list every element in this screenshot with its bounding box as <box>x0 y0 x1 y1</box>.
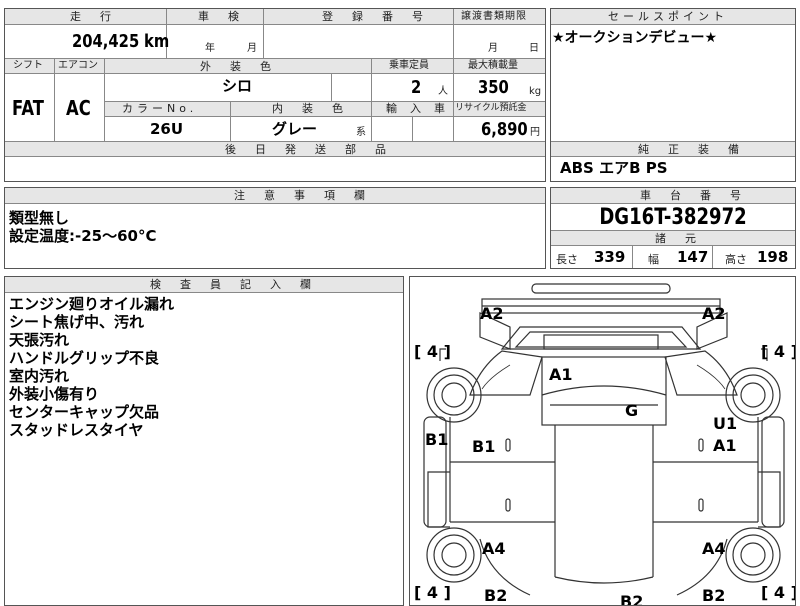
tread-rear-left: [ 4 ] <box>414 583 451 602</box>
length-value: 339 <box>594 248 626 266</box>
mileage-value: 204,425 <box>72 31 140 52</box>
width-value: 147 <box>677 248 709 266</box>
caution-lines: 類型無し 設定温度:-25〜60°C <box>9 209 156 245</box>
damage-mark-roof: G <box>625 401 639 420</box>
mileage-unit: km <box>144 31 170 52</box>
capacity-value: 2 <box>411 77 422 98</box>
shaken-label: 車 検 <box>198 10 243 23</box>
damage-mark-bottom-center: B2 <box>620 592 644 606</box>
capacity-label: 乗車定員 <box>389 60 429 71</box>
inspector-line: センターキャップ欠品 <box>9 403 160 421</box>
selling-point-text: ★オークションデビュー★ <box>552 30 718 46</box>
damage-mark-u1: U1 <box>713 414 738 433</box>
inspector-line: 外装小傷有り <box>9 385 100 403</box>
transfer-deadline-label: 譲渡書類期限 <box>461 11 527 22</box>
damage-mark-bottom-right: B2 <box>702 586 726 605</box>
aircon-value: AC <box>66 96 91 120</box>
genuine-equipment-label: 純 正 装 備 <box>638 143 743 156</box>
interior-color-label: 内 装 色 <box>272 102 347 115</box>
recycle-label: リサイクル預託金 <box>455 103 527 113</box>
exterior-color-label: 外 装 色 <box>200 60 275 73</box>
damage-mark-left-sill: B1 <box>425 430 449 449</box>
exterior-color-value: シロ <box>222 77 253 95</box>
caution-line: 類型無し <box>9 209 70 227</box>
tread-rear-right: [ 4 ] <box>761 583 796 602</box>
specs-label: 諸 元 <box>655 232 700 245</box>
transfer-month-unit: 月 <box>488 43 498 54</box>
caution-label: 注 意 事 項 欄 <box>234 189 369 202</box>
damage-mark-rear-right: A4 <box>702 539 726 558</box>
damage-mark-hood: A1 <box>549 365 573 384</box>
imported-label: 輸 入 車 <box>386 102 446 115</box>
damage-mark-left-door: B1 <box>472 437 496 456</box>
tread-front-right: [ 4 ] <box>761 342 796 361</box>
chassis-number: DG16T-382972 <box>599 205 747 230</box>
max-load-unit: kg <box>529 86 542 97</box>
inspector-line: 室内汚れ <box>9 367 70 385</box>
registration-label: 登 録 番 号 <box>322 10 427 23</box>
transfer-day-unit: 日 <box>529 43 539 54</box>
inspector-lines: エンジン廻りオイル漏れ シート焦げ中、汚れ 天張汚れ ハンドルグリップ不良 室内… <box>9 295 174 439</box>
later-parts-label: 後 日 発 送 部 品 <box>225 143 390 156</box>
damage-mark-front-left: A2 <box>480 304 504 323</box>
mileage-label: 走 行 <box>70 10 115 23</box>
shift-value: FAT <box>12 96 44 120</box>
height-value: 198 <box>757 248 789 266</box>
max-load-value: 350 <box>478 77 509 98</box>
interior-color-value: グレー <box>272 120 318 138</box>
tread-front-left: [ 4 ] <box>414 342 451 361</box>
length-label: 長さ <box>556 253 578 266</box>
shaken-year-unit: 年 <box>205 43 215 54</box>
damage-mark-right-door: A1 <box>713 436 737 455</box>
color-no-value: 26U <box>150 120 184 138</box>
recycle-value: 6,890 <box>481 119 528 140</box>
inspector-line: ハンドルグリップ不良 <box>9 349 160 367</box>
selling-point-label: セールスポイント <box>608 10 728 23</box>
inspector-line: 天張汚れ <box>9 331 70 349</box>
aircon-label: エアコン <box>58 60 98 71</box>
damage-mark-rear-left: A4 <box>482 539 506 558</box>
damage-mark-front-right: A2 <box>702 304 726 323</box>
vehicle-diagram <box>423 283 785 596</box>
genuine-equipment-value: ABS エアB PS <box>560 159 668 177</box>
capacity-unit: 人 <box>438 86 448 97</box>
inspector-line: エンジン廻りオイル漏れ <box>9 295 175 313</box>
shift-label: シフト <box>13 60 43 71</box>
inspector-line: シート焦げ中、汚れ <box>9 313 145 331</box>
damage-mark-bottom-left: B2 <box>484 586 508 605</box>
caution-line: 設定温度:-25〜60°C <box>9 227 157 245</box>
width-label: 幅 <box>648 253 659 266</box>
chassis-label: 車 台 番 号 <box>640 189 745 202</box>
height-label: 高さ <box>725 253 747 266</box>
shaken-month-unit: 月 <box>247 43 257 54</box>
vehicle-diagram-panel: [ 4 ] [ 4 ] [ 4 ] [ 4 ] A2 A2 A1 G U1 A1… <box>409 276 796 606</box>
interior-color-suffix: 系 <box>356 127 366 138</box>
max-load-label: 最大積載量 <box>468 60 518 71</box>
inspector-label: 検 査 員 記 入 欄 <box>150 278 315 291</box>
color-no-label: カラーNo. <box>122 102 198 115</box>
inspector-line: スタッドレスタイヤ <box>9 421 144 439</box>
recycle-unit: 円 <box>530 127 540 138</box>
